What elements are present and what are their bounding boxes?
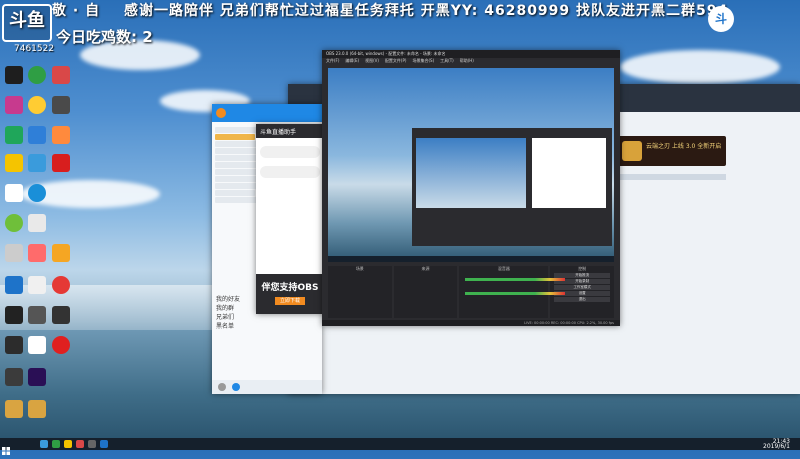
desktop-icon-app21[interactable] <box>52 306 70 324</box>
group-item[interactable]: 黑名单 <box>216 321 316 330</box>
taskbar-app-icon[interactable] <box>100 440 108 448</box>
desktop-icon-app5[interactable] <box>5 126 23 144</box>
desktop-icon-app23[interactable] <box>28 336 46 354</box>
dock-title: 场景 <box>355 266 364 271</box>
desktop-icon-app13[interactable] <box>5 244 23 262</box>
marquee-prefix: 敬 · 自 <box>52 3 101 19</box>
desktop-icon-app22[interactable] <box>5 336 23 354</box>
dock-sources: 来源 <box>393 266 458 318</box>
marquee-text: 感谢一路陪伴 兄弟们帮忙过过福星任务拜托 开黑YY: 46280999 找队友进… <box>123 3 729 19</box>
exit-button[interactable]: 退出 <box>554 297 611 302</box>
dock-mixer: 混音器 <box>459 266 566 318</box>
nested-obs <box>412 128 612 246</box>
clock-date: 2019/6/1 <box>763 443 790 450</box>
desktop-icon-edge[interactable] <box>28 184 46 202</box>
chat-titlebar <box>212 104 322 122</box>
banner-text: 云端之刃 上线 3.0 全新开启 <box>646 143 722 150</box>
studio-mode-button[interactable]: 工作室模式 <box>554 285 611 290</box>
obs-menubar: 文件(F) 编辑(E) 视图(V) 配置文件(P) 场景集合(S) 工具(T) … <box>322 58 620 66</box>
desktop-icon-app24[interactable] <box>5 368 23 386</box>
desktop-icon-app20[interactable] <box>28 306 46 324</box>
desktop-icon-app15[interactable] <box>52 244 70 262</box>
nested-preview <box>416 138 526 208</box>
stream-marquee: 敬 · 自 感谢一路陪伴 兄弟们帮忙过过福星任务拜托 开黑YY: 4628099… <box>0 0 800 22</box>
desktop-icon-app[interactable] <box>5 66 23 84</box>
desktop-icon-folder2[interactable] <box>28 400 46 418</box>
desktop-icon-browser[interactable] <box>28 66 46 84</box>
desktop-icon-app3[interactable] <box>5 96 23 114</box>
taskbar: 21:43 2019/6/1 <box>0 438 800 455</box>
obs-preview[interactable] <box>328 68 614 262</box>
taskbar-clock[interactable]: 21:43 2019/6/1 <box>763 439 790 450</box>
promo-button[interactable]: 立即下载 <box>275 297 305 305</box>
promo-text: 伴您支持OBS <box>261 283 319 293</box>
desktop-icon-netease[interactable] <box>52 336 70 354</box>
obs-window[interactable]: OBS 23.0.0 (64-bit, windows) - 配置文件: 未命名… <box>322 50 620 326</box>
browser-line <box>618 174 726 180</box>
menu-edit[interactable]: 编辑(E) <box>345 58 359 66</box>
audio-meter <box>465 278 566 281</box>
desktop-icon-app11[interactable] <box>5 214 23 232</box>
desktop-icon-app16[interactable] <box>5 276 23 294</box>
helper-title: 斗鱼直播助手 <box>260 129 297 136</box>
windows-start-icon[interactable] <box>2 440 10 455</box>
taskbar-app-icon[interactable] <box>88 440 96 448</box>
menu-view[interactable]: 视图(V) <box>365 58 379 66</box>
desktop-icon-app7[interactable] <box>52 126 70 144</box>
obs-statusbar: LIVE: 00:00:00 REC: 00:00:00 CPU: 2.2%, … <box>322 320 620 326</box>
desktop-icon-app4[interactable] <box>52 96 70 114</box>
obs-titlebar: OBS 23.0.0 (64-bit, windows) - 配置文件: 未命名… <box>322 50 620 58</box>
nested-panel <box>532 138 606 208</box>
helper-item <box>260 146 320 158</box>
desktop-icon-app17[interactable] <box>28 276 46 294</box>
desktop-icon-app10[interactable] <box>52 154 70 172</box>
helper-titlebar: 斗鱼直播助手 <box>256 124 324 138</box>
desktop-icon-app8[interactable] <box>5 154 23 172</box>
desktop-icon-app12[interactable] <box>28 214 46 232</box>
menu-scene-collection[interactable]: 场景集合(S) <box>412 58 434 66</box>
dock-title: 控制 <box>578 266 587 271</box>
game-banner[interactable]: 云端之刃 上线 3.0 全新开启 <box>618 136 726 166</box>
settings-icon[interactable] <box>218 383 226 391</box>
nested-taskbar <box>328 256 614 262</box>
desktop-icon-qq[interactable] <box>28 96 46 114</box>
audio-meter <box>465 292 566 295</box>
taskbar-app-icon[interactable] <box>76 440 84 448</box>
desktop-icon-app6[interactable] <box>28 126 46 144</box>
promo-block: 伴您支持OBS 立即下载 <box>256 274 324 314</box>
menu-profile[interactable]: 配置文件(P) <box>385 58 407 66</box>
chicken-counter: 今日吃鸡数: 2 <box>56 28 153 46</box>
dock-title: 混音器 <box>497 266 510 271</box>
corner-logo: 斗 <box>708 6 734 32</box>
taskbar-app-icon[interactable] <box>64 440 72 448</box>
desktop-icon-premiere[interactable] <box>28 368 46 386</box>
chat-avatar <box>216 108 226 118</box>
menu-help[interactable]: 帮助(H) <box>460 58 474 66</box>
desktop-icon-app9[interactable] <box>28 154 46 172</box>
menu-tools[interactable]: 工具(T) <box>440 58 454 66</box>
taskbar-app-icon[interactable] <box>52 440 60 448</box>
desktop-icon-app2[interactable] <box>52 66 70 84</box>
helper-item <box>260 166 320 178</box>
desktop-icon-app18[interactable] <box>52 276 70 294</box>
desktop-icon-file[interactable] <box>5 184 23 202</box>
taskbar-app-icon[interactable] <box>40 440 48 448</box>
dock-scenes: 场景 <box>328 266 392 318</box>
chat-toolbar <box>212 380 322 394</box>
menu-file[interactable]: 文件(F) <box>326 58 339 66</box>
helper-panel[interactable]: 斗鱼直播助手 伴您支持OBS 立即下载 <box>256 124 324 314</box>
obs-docks: 场景 来源 混音器 控制 开始推流 开始录制 工作室模式 设置 退出 <box>328 266 615 318</box>
banner-icon <box>622 141 642 161</box>
mic-icon[interactable] <box>232 383 240 391</box>
dock-title: 来源 <box>421 266 430 271</box>
desktop-icon-app19[interactable] <box>5 306 23 324</box>
room-id: 7461522 <box>14 44 55 54</box>
desktop-icon-folder[interactable] <box>5 400 23 418</box>
desktop-icon-app14[interactable] <box>28 244 46 262</box>
